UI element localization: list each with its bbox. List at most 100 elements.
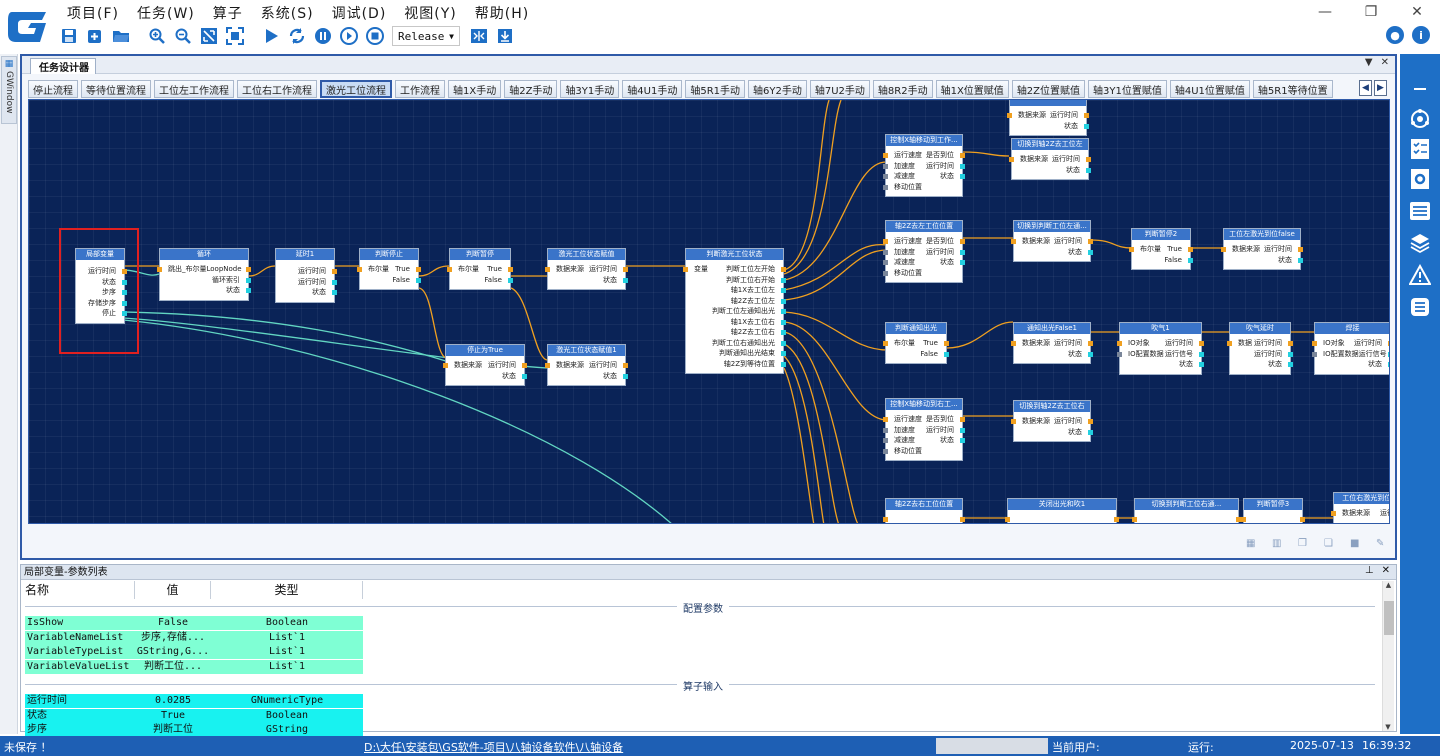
flow-tab[interactable]: 等待位置流程 bbox=[81, 80, 151, 98]
node-pin[interactable] bbox=[1117, 341, 1122, 346]
flow-tab[interactable]: 轴5R1手动 bbox=[685, 80, 746, 98]
node-pin[interactable] bbox=[781, 340, 786, 346]
flow-canvas[interactable]: 局部变量 运行时间 状态 步序 存储步序 停止 循环 跳出_布尔量 LoopNode 循环索引 状态… bbox=[28, 99, 1390, 524]
node-pin[interactable] bbox=[960, 260, 965, 265]
node-pin[interactable] bbox=[1288, 341, 1293, 346]
flow-tab[interactable]: 停止流程 bbox=[28, 80, 78, 98]
node-pin[interactable] bbox=[1288, 351, 1293, 357]
node-pin[interactable] bbox=[1199, 362, 1204, 367]
flow-node[interactable]: 切换到判断工位左通... 数据来源 运行时间 状态 bbox=[1011, 220, 1093, 262]
parameter-row[interactable]: VariableValueList 判断工位... List`1 bbox=[25, 659, 363, 674]
group-icon[interactable]: ▦ bbox=[1246, 538, 1258, 550]
node-pin[interactable] bbox=[781, 319, 786, 325]
node-pin[interactable] bbox=[122, 290, 127, 295]
flow-node[interactable]: 通知出光False1 数据来源 运行时间 状态 bbox=[1011, 322, 1093, 364]
parameter-row[interactable]: IsShow False Boolean bbox=[25, 616, 363, 630]
flow-tab[interactable]: 轴3Y1手动 bbox=[560, 80, 620, 98]
menu-debug[interactable]: 调试(D) bbox=[323, 0, 396, 22]
node-pin[interactable] bbox=[960, 239, 965, 244]
node-pin[interactable] bbox=[960, 417, 965, 422]
node-pin[interactable] bbox=[1129, 247, 1134, 252]
node-pin[interactable] bbox=[416, 277, 421, 283]
node-pin[interactable] bbox=[944, 341, 949, 346]
flow-node[interactable]: 判断停止 布尔量 True False bbox=[357, 248, 421, 290]
node-pin[interactable] bbox=[1086, 157, 1091, 162]
open-button[interactable] bbox=[108, 24, 134, 48]
flow-node[interactable]: 循环 跳出_布尔量 LoopNode 循环索引 状态 bbox=[157, 248, 251, 301]
fit-button[interactable] bbox=[196, 24, 222, 48]
node-pin[interactable] bbox=[1132, 517, 1137, 522]
node-pin[interactable] bbox=[883, 249, 888, 255]
node-pin[interactable] bbox=[781, 267, 786, 272]
new-button[interactable] bbox=[82, 24, 108, 48]
parameter-value[interactable]: GString,G... bbox=[135, 645, 211, 659]
node-pin[interactable] bbox=[883, 417, 888, 422]
column-header-name[interactable]: 名称 bbox=[21, 581, 135, 599]
node-pin[interactable] bbox=[623, 267, 628, 272]
node-pin[interactable] bbox=[883, 260, 888, 265]
node-pin[interactable] bbox=[246, 288, 251, 293]
node-pin[interactable] bbox=[781, 361, 786, 367]
node-pin[interactable] bbox=[883, 153, 888, 158]
flow-node[interactable]: 轴2Z去右工位位置 bbox=[883, 498, 965, 523]
flow-node[interactable]: 切换到判断工位右通... bbox=[1132, 498, 1241, 523]
delete-icon[interactable]: ■ bbox=[1350, 538, 1362, 550]
node-pin[interactable] bbox=[883, 427, 888, 433]
menu-task[interactable]: 任务(W) bbox=[128, 0, 204, 22]
flow-node[interactable]: 判断激光工位状态 变量 判断工位左开始 判断工位右开始 轴1X去工位左 轴2Z去工位左 判断… bbox=[683, 248, 786, 374]
flow-tab[interactable]: 工位左工作流程 bbox=[154, 80, 234, 98]
node-pin[interactable] bbox=[960, 153, 965, 158]
node-pin[interactable] bbox=[1188, 247, 1193, 252]
flow-node[interactable]: 关闭出光和吹1 bbox=[1005, 498, 1119, 523]
node-pin[interactable] bbox=[508, 267, 513, 272]
parameter-value[interactable]: 步序,存储... bbox=[135, 631, 211, 645]
node-pin[interactable] bbox=[1009, 157, 1014, 162]
node-pin[interactable] bbox=[332, 279, 337, 285]
project-path-link[interactable]: D:\大任\安装包\GS软件-项目\八轴设备软件\八轴设备 bbox=[364, 739, 623, 755]
flow-node[interactable]: 控制X轴移动到工作... 运行速度 是否到位 加速度 运行时间 减速度 状态 移动位置 bbox=[883, 134, 965, 197]
flow-node[interactable]: 判断暂停 布尔量 True False bbox=[447, 248, 513, 290]
node-pin[interactable] bbox=[960, 249, 965, 255]
node-pin[interactable] bbox=[122, 279, 127, 285]
warning-icon[interactable] bbox=[1409, 264, 1431, 286]
checklist-icon[interactable] bbox=[1409, 138, 1431, 160]
column-header-value[interactable]: 值 bbox=[135, 581, 211, 599]
flow-tab[interactable]: 激光工位流程 bbox=[320, 80, 392, 98]
node-pin[interactable] bbox=[1388, 351, 1389, 357]
parameter-row[interactable]: VariableTypeList GString,G... List`1 bbox=[25, 645, 363, 659]
parameter-scrollbar[interactable]: ▲ ▼ bbox=[1382, 581, 1394, 731]
node-pin[interactable] bbox=[1312, 341, 1317, 346]
minimize-button[interactable]: — bbox=[1302, 0, 1348, 24]
step-button[interactable] bbox=[336, 24, 362, 48]
build-config-select[interactable]: Release ▼ bbox=[392, 26, 460, 46]
flow-tab[interactable]: 工作流程 bbox=[395, 80, 445, 98]
clear-icon[interactable]: ✎ bbox=[1376, 538, 1388, 550]
layers-icon[interactable] bbox=[1409, 232, 1431, 254]
paste-icon[interactable]: ❏ bbox=[1324, 538, 1336, 550]
node-pin[interactable] bbox=[883, 270, 888, 276]
flow-tab[interactable]: 轴2Z手动 bbox=[504, 80, 558, 98]
node-pin[interactable] bbox=[960, 163, 965, 169]
flow-tab[interactable]: 轴3Y1位置赋值 bbox=[1088, 80, 1167, 98]
run-button[interactable] bbox=[258, 24, 284, 48]
flow-node[interactable]: 吹气延时 数据 运行时间 运行时间 状态 bbox=[1227, 322, 1293, 375]
node-pin[interactable] bbox=[1086, 167, 1091, 173]
parameter-row[interactable]: 运行时间 0.0285 GNumericType bbox=[25, 694, 363, 708]
save-button[interactable] bbox=[56, 24, 82, 48]
flow-node[interactable]: 判断通知出光 布尔量 True False bbox=[883, 322, 949, 364]
menu-view[interactable]: 视图(Y) bbox=[395, 0, 465, 22]
node-pin[interactable] bbox=[1388, 362, 1389, 367]
flow-node[interactable]: 延时1 运行时间 运行时间 状态 bbox=[275, 248, 337, 303]
node-pin[interactable] bbox=[1084, 123, 1089, 129]
ungroup-icon[interactable]: ▥ bbox=[1272, 538, 1284, 550]
node-pin[interactable] bbox=[960, 427, 965, 433]
scroll-down-icon[interactable]: ▼ bbox=[1383, 723, 1393, 731]
flow-tab[interactable]: 轴7U2手动 bbox=[809, 80, 870, 98]
node-pin[interactable] bbox=[1199, 341, 1204, 346]
flow-tab[interactable]: 轴4U1手动 bbox=[622, 80, 683, 98]
settings-doc-icon[interactable] bbox=[1409, 168, 1431, 190]
node-pin[interactable] bbox=[1288, 362, 1293, 367]
flow-tab[interactable]: 轴6Y2手动 bbox=[748, 80, 807, 98]
node-pin[interactable] bbox=[1241, 517, 1246, 522]
node-pin[interactable] bbox=[246, 277, 251, 283]
